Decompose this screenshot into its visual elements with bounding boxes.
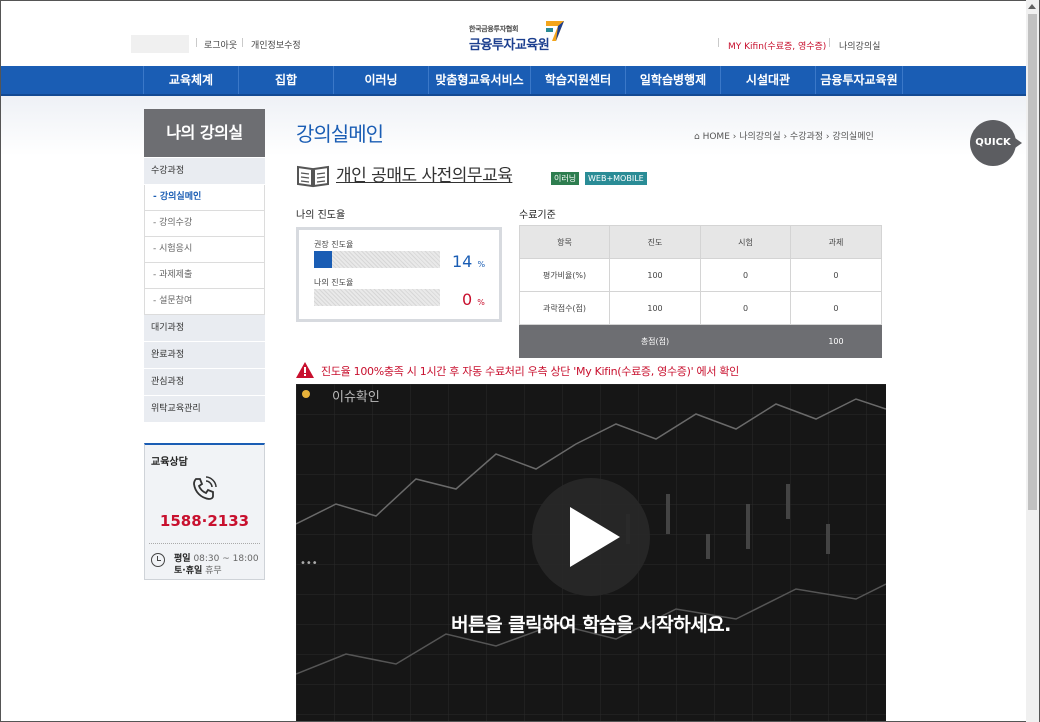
table-header: 항목	[518, 225, 611, 259]
sidebar-item-assignment[interactable]: - 과제제출	[144, 263, 265, 289]
vertical-scrollbar[interactable]	[1026, 0, 1039, 722]
sidebar-item-classroom-main[interactable]: - 강의실메인	[144, 185, 265, 211]
table-header: 시험	[700, 225, 791, 259]
main-nav: 교육체계 집합 이러닝 맞춤형교육서비스 학습지원센터 일학습병행제 시설대관 …	[1, 66, 1027, 96]
table-row: 과락점수(점) 100 0 0	[518, 291, 883, 325]
page-title: 강의실메인	[296, 122, 384, 146]
logout-link[interactable]: 로그아웃	[204, 38, 237, 51]
table-row: 평가비율(%) 100 0 0	[518, 258, 883, 292]
warning-icon	[296, 362, 314, 378]
video-start-message: 버튼을 클릭하여 학습을 시작하세요.	[451, 614, 731, 636]
logo-mark-icon	[546, 21, 564, 41]
my-kifin-link[interactable]: MY Kifin(수료증, 영수증)	[728, 39, 826, 52]
top-header: | 로그아웃 | 개인정보수정 한국금융투자협회 금융투자교육원 | MY Ki…	[1, 1, 1027, 66]
nav-item-facility[interactable]: 시설대관	[720, 66, 815, 94]
scrollbar-thumb[interactable]	[1028, 14, 1037, 510]
clock-icon	[151, 553, 165, 567]
nav-item-custom-service[interactable]: 맞춤형교육서비스	[428, 66, 530, 94]
phone-icon	[193, 476, 217, 500]
consult-title: 교육상담	[151, 457, 188, 468]
consult-phone-number: 1588·2133	[159, 512, 250, 530]
quick-menu-button[interactable]: QUICK	[970, 120, 1022, 166]
table-header: 과제	[789, 225, 883, 259]
recommended-progress-label: 권장 진도율	[314, 240, 354, 249]
logo-title: 금융투자교육원	[469, 38, 550, 53]
table-total-row: 총점(점) 100	[519, 324, 883, 358]
course-title: 개인 공매도 사전의무교육	[336, 166, 513, 186]
platform-badge: WEB+MOBILE	[585, 172, 647, 185]
nav-item-edu-system[interactable]: 교육체계	[143, 66, 238, 94]
my-classroom-link[interactable]: 나의강의실	[839, 39, 880, 52]
browser-frame: | 로그아웃 | 개인정보수정 한국금융투자협회 금융투자교육원 | MY Ki…	[0, 0, 1040, 722]
sidebar-item-survey[interactable]: - 설문참여	[144, 289, 265, 315]
standard-heading: 수료기준	[519, 210, 556, 221]
table-cell: 100	[609, 291, 702, 325]
sidebar-item-exam[interactable]: - 시험응시	[144, 237, 265, 263]
nav-item-work-study[interactable]: 일학습병행제	[625, 66, 720, 94]
separator: |	[828, 38, 832, 48]
nav-item-elearning[interactable]: 이러닝	[333, 66, 428, 94]
recommended-progress-fill	[314, 251, 332, 268]
my-progress-bar	[314, 289, 440, 306]
total-label: 총점(점)	[519, 324, 791, 358]
table-cell: 평가비율(%)	[518, 258, 611, 292]
separator: |	[241, 38, 245, 48]
weekend-hours: 토·휴일 휴무	[174, 566, 222, 576]
separator: |	[195, 38, 199, 48]
breadcrumb: ⌂ HOME › 나의강의실 › 수강과정 › 강의실메인	[694, 132, 874, 142]
progress-panel: 권장 진도율 14 % 나의 진도율 0 %	[296, 227, 502, 322]
my-progress-label: 나의 진도율	[314, 278, 354, 287]
sidebar-item-consignment[interactable]: 위탁교육관리	[144, 396, 265, 423]
total-value: 100	[789, 324, 883, 358]
table-cell: 0	[700, 291, 791, 325]
table-cell: 0	[700, 258, 791, 292]
user-name-placeholder	[131, 35, 189, 53]
sidebar-item-interest[interactable]: 관심과정	[144, 369, 265, 396]
scroll-up-arrow-icon[interactable]	[1028, 4, 1036, 9]
recommended-progress-value: 14 %	[452, 252, 486, 271]
table-cell: 0	[789, 258, 883, 292]
sidebar-item-waiting[interactable]: 대기과정	[144, 315, 265, 342]
table-cell: 과락점수(점)	[518, 291, 611, 325]
edit-profile-link[interactable]: 개인정보수정	[251, 38, 301, 51]
video-player[interactable]: 이슈확인 ••• 버튼을 클릭하여 학습을 시작하세요.	[296, 384, 886, 721]
nav-item-learning-support[interactable]: 학습지원센터	[530, 66, 625, 94]
table-cell: 0	[789, 291, 883, 325]
course-type-badge: 이러닝	[551, 172, 580, 185]
play-button[interactable]	[532, 478, 650, 596]
more-options-icon[interactable]: •••	[300, 558, 318, 569]
sidebar-item-lecture[interactable]: - 강의수강	[144, 211, 265, 237]
sidebar-item-completed[interactable]: 완료과정	[144, 342, 265, 369]
video-issue-label: 이슈확인	[332, 390, 380, 405]
sidebar-menu: 수강과정 - 강의실메인 - 강의수강 - 시험응시 - 과제제출 - 설문참여…	[144, 158, 265, 423]
table-header-row: 항목 진도 시험 과제	[518, 225, 883, 259]
table-cell: 100	[609, 258, 702, 292]
table-header: 진도	[609, 225, 702, 259]
separator: |	[717, 38, 721, 48]
sidebar-item-enrolled[interactable]: 수강과정	[144, 158, 265, 185]
nav-item-institute[interactable]: 금융투자교육원	[815, 66, 903, 94]
sidebar-title: 나의 강의실	[144, 109, 265, 157]
my-progress-value: 0 %	[462, 290, 485, 309]
logo-subtitle: 한국금융투자협회	[469, 25, 519, 33]
completion-standard-table: 항목 진도 시험 과제 평가비율(%) 100 0 0 과락점수(점) 100 …	[518, 225, 883, 358]
divider	[149, 543, 260, 544]
nav-item-offline[interactable]: 집합	[238, 66, 333, 94]
consult-box: 교육상담 1588·2133 평일 08:30 ~ 18:00 토·휴일 휴무	[144, 443, 265, 580]
progress-heading: 나의 진도율	[296, 210, 346, 221]
play-icon	[570, 507, 620, 567]
recommended-progress-bar	[314, 251, 440, 268]
completion-warning: 진도율 100%충족 시 1시간 후 자동 수료처리 우측 상단 'My Kif…	[321, 365, 739, 378]
book-icon	[297, 165, 329, 188]
